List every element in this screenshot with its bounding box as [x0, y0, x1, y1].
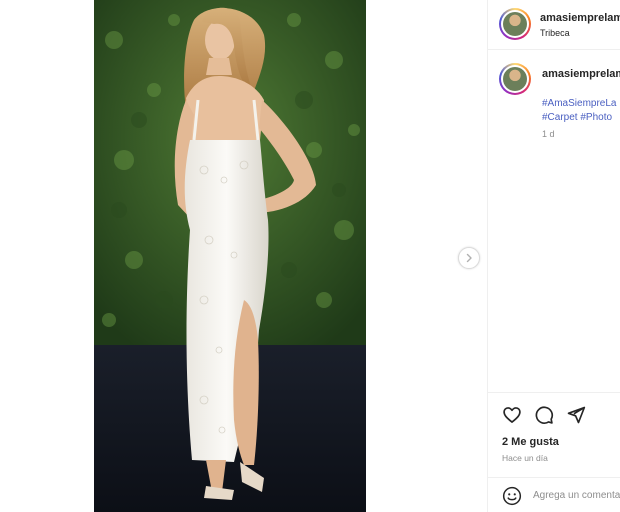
like-button[interactable]: [502, 405, 522, 425]
comment-input[interactable]: [533, 486, 620, 504]
comment-button[interactable]: [534, 405, 554, 425]
smile-icon: [502, 486, 522, 506]
comment-bar: [488, 477, 620, 512]
post-header: amasiemprelam Tribeca: [488, 0, 620, 50]
caption-time: 1 d: [542, 129, 555, 139]
send-icon: [567, 406, 586, 424]
post-photo[interactable]: [94, 0, 366, 512]
media-area: [0, 0, 487, 512]
hashtag-line-1[interactable]: #AmaSiempreLa: [542, 97, 620, 111]
comment-icon: [535, 406, 554, 424]
caption-username[interactable]: amasiemprelam: [542, 68, 620, 80]
caption-avatar[interactable]: [499, 63, 531, 95]
post-side-panel: amasiemprelam Tribeca amasiemprelam #Ama…: [487, 0, 620, 512]
header-username[interactable]: amasiemprelam: [540, 12, 620, 24]
avatar[interactable]: [499, 8, 531, 40]
next-photo-button[interactable]: [458, 247, 480, 269]
chevron-right-icon: [466, 253, 472, 263]
like-count[interactable]: 2 Me gusta: [502, 436, 559, 448]
hashtags: #AmaSiempreLa #Carpet #Photo: [542, 97, 620, 125]
action-bar: [488, 392, 620, 478]
post-photo-illustration: [94, 0, 366, 512]
post-age: Hace un día: [502, 453, 548, 463]
share-button[interactable]: [566, 405, 586, 425]
location-link[interactable]: Tribeca: [540, 28, 570, 38]
hashtag-line-2[interactable]: #Carpet #Photo: [542, 111, 620, 125]
emoji-button[interactable]: [502, 486, 522, 506]
heart-icon: [503, 407, 521, 423]
